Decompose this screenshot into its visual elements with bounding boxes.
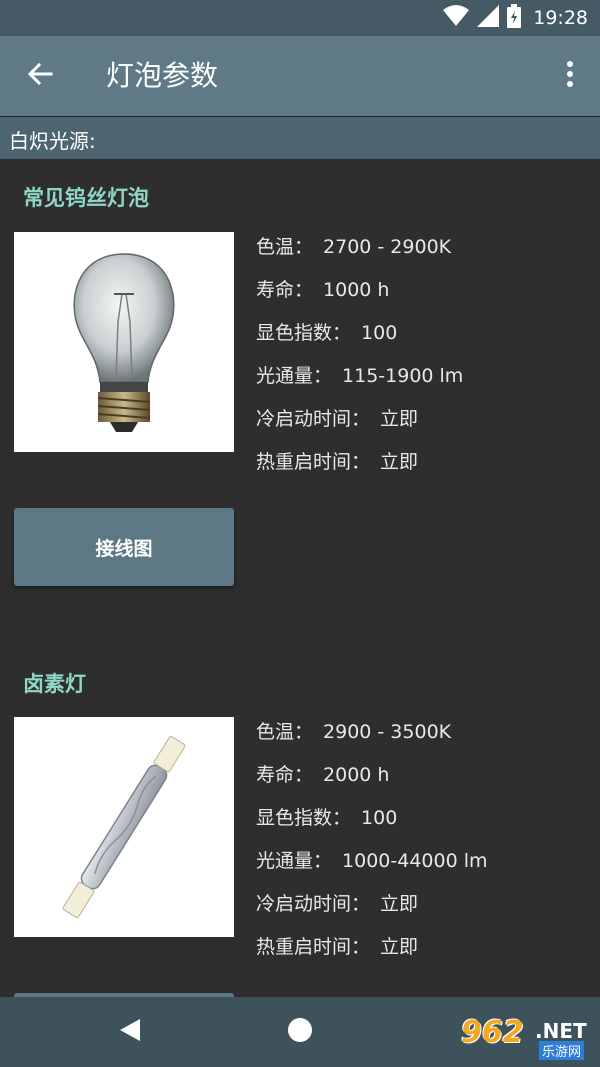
- spec-label: 寿命：: [256, 279, 314, 301]
- spec-label: 冷启动时间：: [256, 408, 371, 430]
- system-nav-bar: 962 .NET 乐游网: [0, 997, 600, 1067]
- triangle-back-icon: [118, 1019, 142, 1046]
- watermark-suffix: .NET: [535, 1019, 587, 1043]
- spec-value: 2700 - 2900K: [323, 236, 452, 258]
- spec-label: 显色指数：: [256, 322, 352, 344]
- spec-label: 寿命：: [256, 764, 314, 786]
- spec-row: 显色指数： 100: [256, 318, 463, 361]
- spec-label: 冷启动时间：: [256, 893, 371, 915]
- arrow-left-icon: [27, 62, 53, 90]
- spec-row: 色温： 2700 - 2900K: [256, 232, 463, 275]
- spec-value: 100: [361, 807, 398, 829]
- spec-label: 显色指数：: [256, 807, 352, 829]
- spec-value: 立即: [380, 451, 419, 473]
- spec-label: 热重启时间：: [256, 936, 371, 958]
- spec-value: 立即: [380, 408, 419, 430]
- spec-row: 光通量： 115-1900 lm: [256, 361, 463, 404]
- halogen-tube-image: [14, 717, 234, 937]
- section-label: 白炽光源:: [9, 129, 96, 153]
- spec-value: 2000 h: [323, 764, 390, 786]
- spec-label: 色温：: [256, 721, 314, 743]
- item-title: 常见钨丝灯泡: [23, 186, 149, 210]
- spec-row: 冷启动时间： 立即: [256, 889, 488, 932]
- specs-list: 色温： 2900 - 3500K 寿命： 2000 h 显色指数： 100 光通量： 1…: [256, 717, 488, 975]
- spec-label: 光通量：: [256, 850, 333, 872]
- wifi-icon: [443, 5, 470, 31]
- spec-row: 热重启时间： 立即: [256, 447, 463, 490]
- watermark-logo: 962 .NET 乐游网: [459, 1015, 595, 1061]
- spec-value: 1000 h: [323, 279, 390, 301]
- overflow-menu-button[interactable]: [558, 56, 582, 96]
- spec-value: 1000-44000 lm: [342, 850, 488, 872]
- signal-icon: [477, 5, 500, 31]
- spec-row: 寿命： 1000 h: [256, 275, 463, 318]
- spec-label: 光通量：: [256, 365, 333, 387]
- spec-row: 色温： 2900 - 3500K: [256, 717, 488, 760]
- spec-value: 立即: [380, 936, 419, 958]
- spec-label: 热重启时间：: [256, 451, 371, 473]
- spec-value: 2900 - 3500K: [323, 721, 452, 743]
- spec-row: 寿命： 2000 h: [256, 760, 488, 803]
- spec-row: 显色指数： 100: [256, 803, 488, 846]
- spec-label: 色温：: [256, 236, 314, 258]
- watermark-brand: 962: [461, 1015, 524, 1050]
- back-button[interactable]: [20, 56, 60, 96]
- status-icons: 19:28: [443, 4, 588, 32]
- spec-value: 100: [361, 322, 398, 344]
- watermark-site: 乐游网: [539, 1041, 585, 1060]
- section-header: 白炽光源:: [0, 117, 600, 159]
- wiring-diagram-button[interactable]: 接线图: [14, 508, 234, 586]
- status-bar: 19:28: [0, 0, 600, 36]
- spec-row: 热重启时间： 立即: [256, 932, 488, 975]
- app-bar: 灯泡参数: [0, 36, 600, 116]
- battery-charging-icon: [507, 4, 522, 32]
- item-title: 卤素灯: [23, 672, 86, 696]
- spec-row: 光通量： 1000-44000 lm: [256, 846, 488, 889]
- specs-list: 色温： 2700 - 2900K 寿命： 1000 h 显色指数： 100 光通量： 1…: [256, 232, 463, 490]
- spec-row: 冷启动时间： 立即: [256, 404, 463, 447]
- page-title: 灯泡参数: [106, 59, 219, 92]
- nav-home-button[interactable]: [288, 1018, 312, 1042]
- status-time: 19:28: [533, 7, 588, 29]
- nav-back-button[interactable]: [118, 1018, 142, 1046]
- more-vertical-icon: [566, 61, 574, 91]
- spec-value: 立即: [380, 893, 419, 915]
- incandescent-bulb-image: [14, 232, 234, 452]
- spec-value: 115-1900 lm: [342, 365, 464, 387]
